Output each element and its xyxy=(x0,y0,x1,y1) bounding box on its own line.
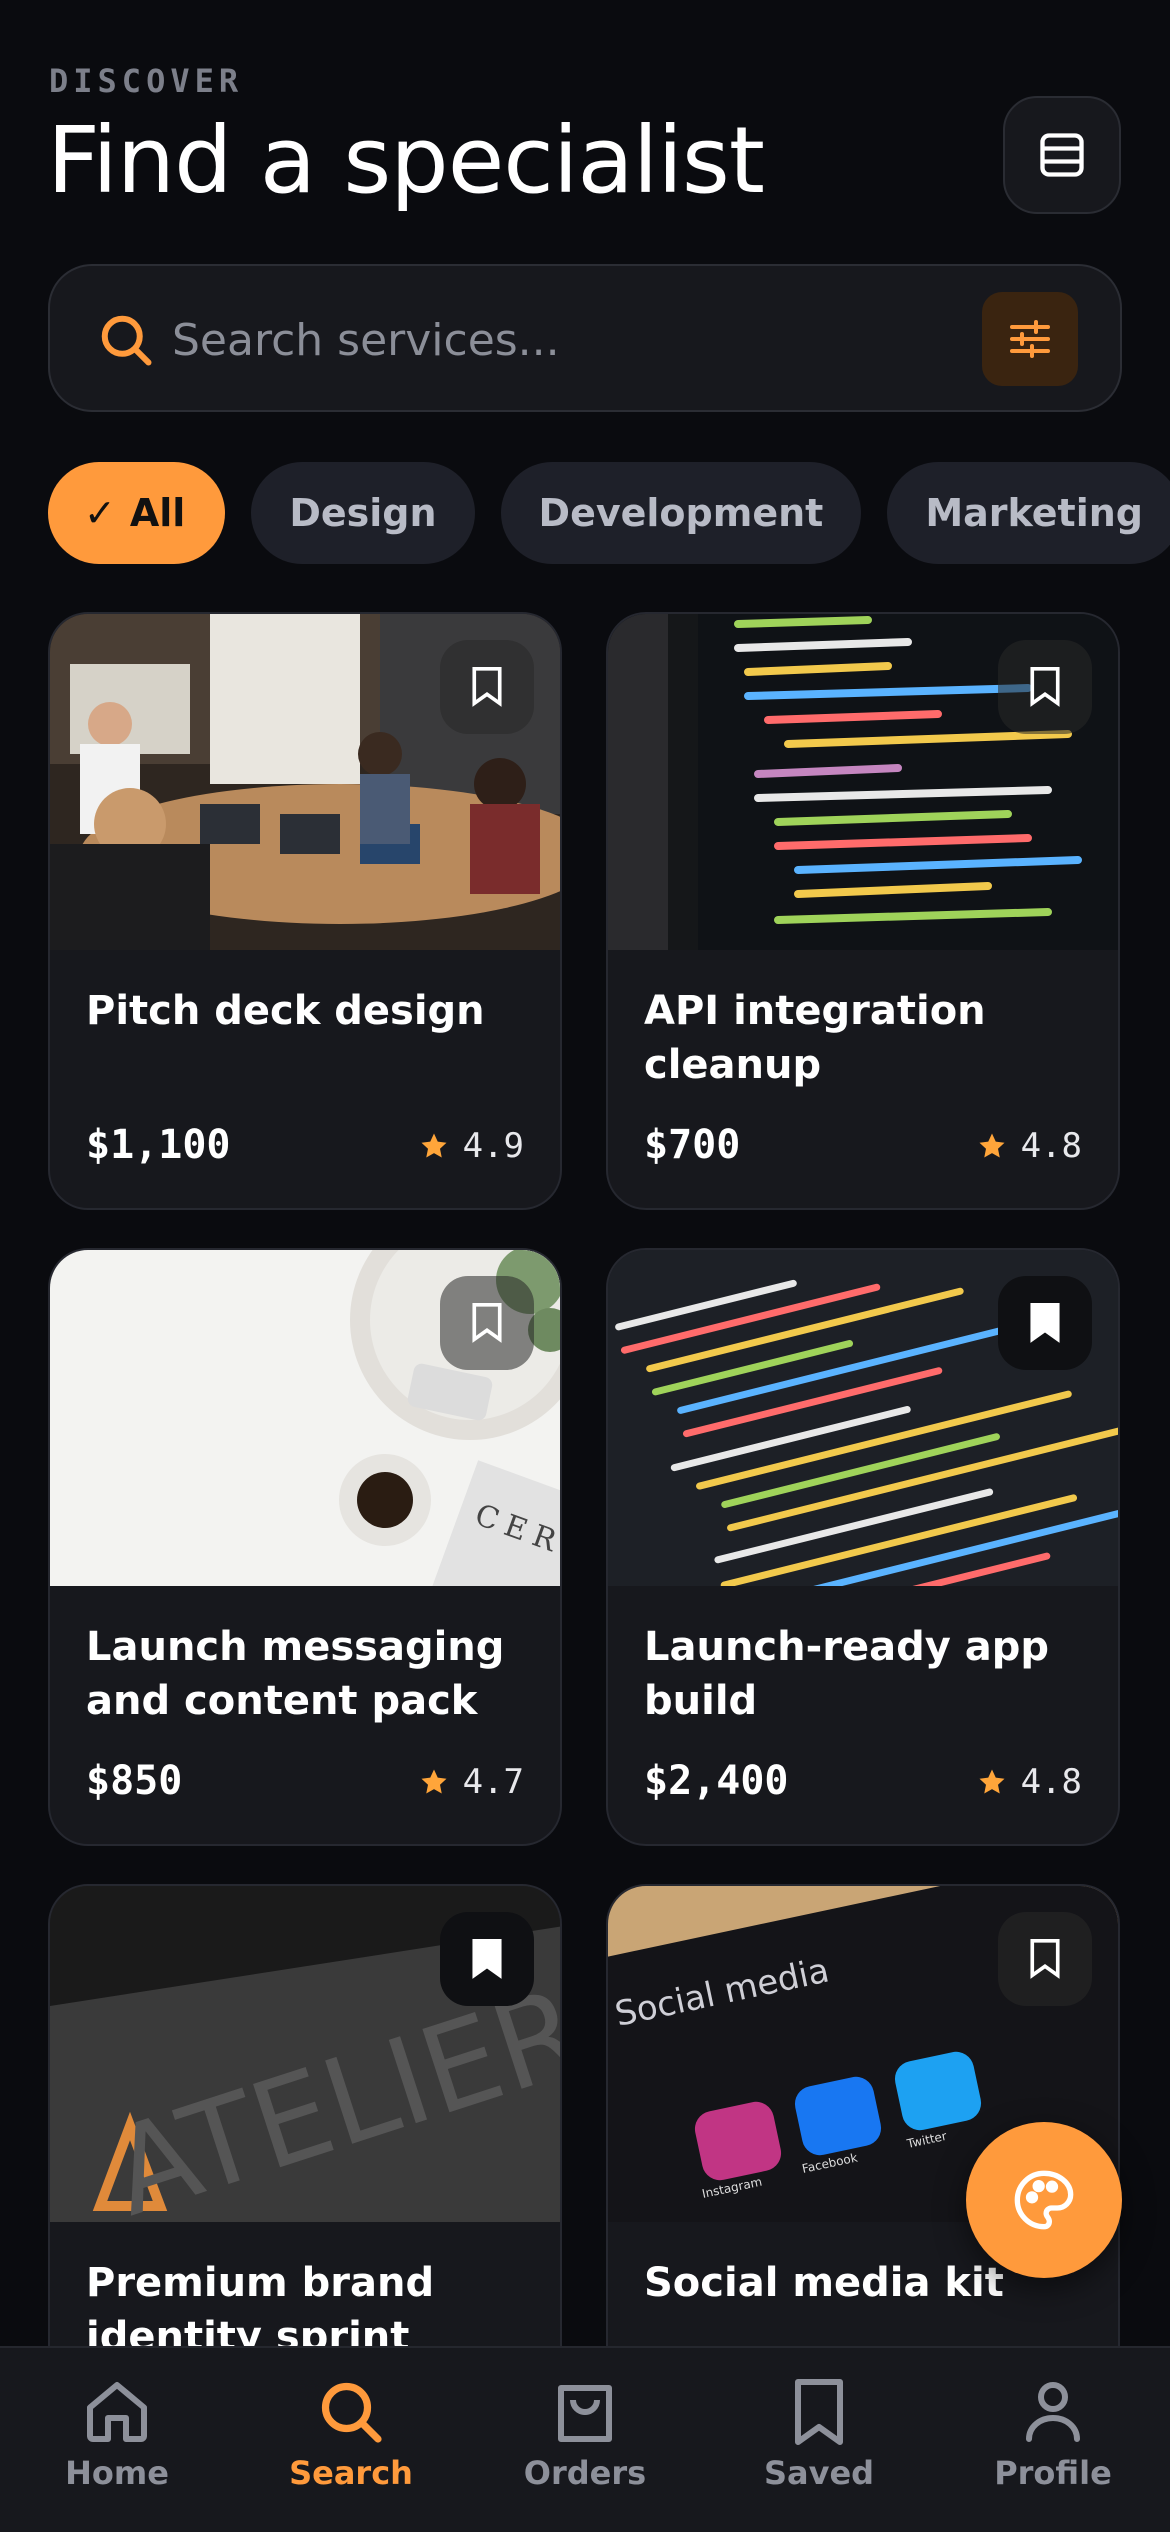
page-title: Find a specialist xyxy=(47,107,765,214)
card-price: $2,400 xyxy=(644,1758,789,1804)
menu-button[interactable] xyxy=(1003,96,1121,214)
nav-label: Orders xyxy=(523,2454,647,2492)
chip-label: All xyxy=(129,491,186,535)
card-price: $850 xyxy=(86,1758,183,1804)
section-eyebrow: DISCOVER xyxy=(49,62,244,100)
bookmark-button[interactable] xyxy=(440,640,534,734)
rating-value: 4.7 xyxy=(462,1762,524,1802)
nav-label: Home xyxy=(65,2454,169,2492)
bookmark-icon xyxy=(472,1303,502,1343)
bookmark-button[interactable] xyxy=(998,1912,1092,2006)
chip-all[interactable]: ✓ All xyxy=(48,462,226,564)
card-title: Pitch deck design xyxy=(86,988,485,1034)
nav-profile[interactable]: Profile xyxy=(936,2348,1170,2532)
filter-button[interactable] xyxy=(982,292,1078,386)
palette-fab[interactable] xyxy=(966,2122,1122,2278)
bookmark-icon xyxy=(795,2379,843,2445)
bookmark-icon xyxy=(1030,1939,1060,1979)
bookmark-button[interactable] xyxy=(440,1276,534,1370)
star-icon xyxy=(421,1133,447,1158)
shopping-bag-icon xyxy=(558,2385,612,2442)
bookmark-icon xyxy=(472,667,502,707)
search-icon xyxy=(321,2382,382,2443)
service-card[interactable]: CERE Launch messaging and content pack $… xyxy=(48,1248,562,1846)
star-icon xyxy=(421,1769,447,1794)
card-price: $700 xyxy=(644,1122,741,1168)
card-title: Launch messaging and content pack xyxy=(86,1624,505,1724)
nav-saved[interactable]: Saved xyxy=(702,2348,936,2532)
rating-value: 4.8 xyxy=(1020,1762,1082,1802)
chip-label: Marketing xyxy=(925,491,1143,535)
palette-icon xyxy=(1014,2170,1074,2230)
card-rating: 4.9 xyxy=(419,1126,524,1166)
check-icon: ✓ xyxy=(84,491,116,535)
home-icon xyxy=(87,2382,147,2442)
service-card[interactable]: Pitch deck design $1,100 4.9 xyxy=(48,612,562,1210)
nav-label: Profile xyxy=(994,2454,1112,2492)
chip-marketing[interactable]: Marketing xyxy=(887,462,1170,564)
rating-value: 4.9 xyxy=(462,1126,524,1166)
search-icon xyxy=(101,315,152,366)
user-icon xyxy=(1026,2382,1080,2442)
bookmark-icon xyxy=(1030,667,1060,707)
sliders-icon xyxy=(1010,320,1050,358)
card-title: Launch-ready app build xyxy=(644,1624,1049,1724)
category-chips: ✓ All Design Development Marketing xyxy=(48,462,1170,564)
star-icon xyxy=(979,1769,1005,1794)
search-bar xyxy=(48,264,1122,412)
chip-label: Development xyxy=(538,491,824,535)
bookmark-button[interactable] xyxy=(998,1276,1092,1370)
menu-list-icon xyxy=(1040,133,1084,177)
star-icon xyxy=(979,1133,1005,1158)
nav-orders[interactable]: Orders xyxy=(468,2348,702,2532)
rating-value: 4.8 xyxy=(1020,1126,1082,1166)
card-title: API integration cleanup xyxy=(644,988,986,1088)
nav-label: Saved xyxy=(763,2454,875,2492)
search-input[interactable] xyxy=(172,296,992,384)
card-rating: 4.7 xyxy=(419,1762,524,1802)
card-rating: 4.8 xyxy=(977,1762,1082,1802)
nav-home[interactable]: Home xyxy=(0,2348,234,2532)
bookmark-filled-icon xyxy=(472,1939,502,1979)
chip-design[interactable]: Design xyxy=(251,462,475,564)
bookmark-filled-icon xyxy=(1030,1303,1060,1343)
service-card[interactable]: Launch-ready app build $2,400 4.8 xyxy=(606,1248,1120,1846)
card-price: $1,100 xyxy=(86,1122,231,1168)
discover-screen: DISCOVER Find a specialist ✓ xyxy=(0,0,1170,2532)
bookmark-button[interactable] xyxy=(998,640,1092,734)
card-rating: 4.8 xyxy=(977,1126,1082,1166)
bookmark-button[interactable] xyxy=(440,1912,534,2006)
nav-search[interactable]: Search xyxy=(234,2348,468,2532)
bottom-nav: Home Search Orders Saved Profile xyxy=(0,2346,1170,2532)
chip-development[interactable]: Development xyxy=(500,462,862,564)
nav-label: Search xyxy=(289,2454,413,2492)
service-card[interactable]: API integration cleanup $700 4.8 xyxy=(606,612,1120,1210)
chip-label: Design xyxy=(289,491,437,535)
